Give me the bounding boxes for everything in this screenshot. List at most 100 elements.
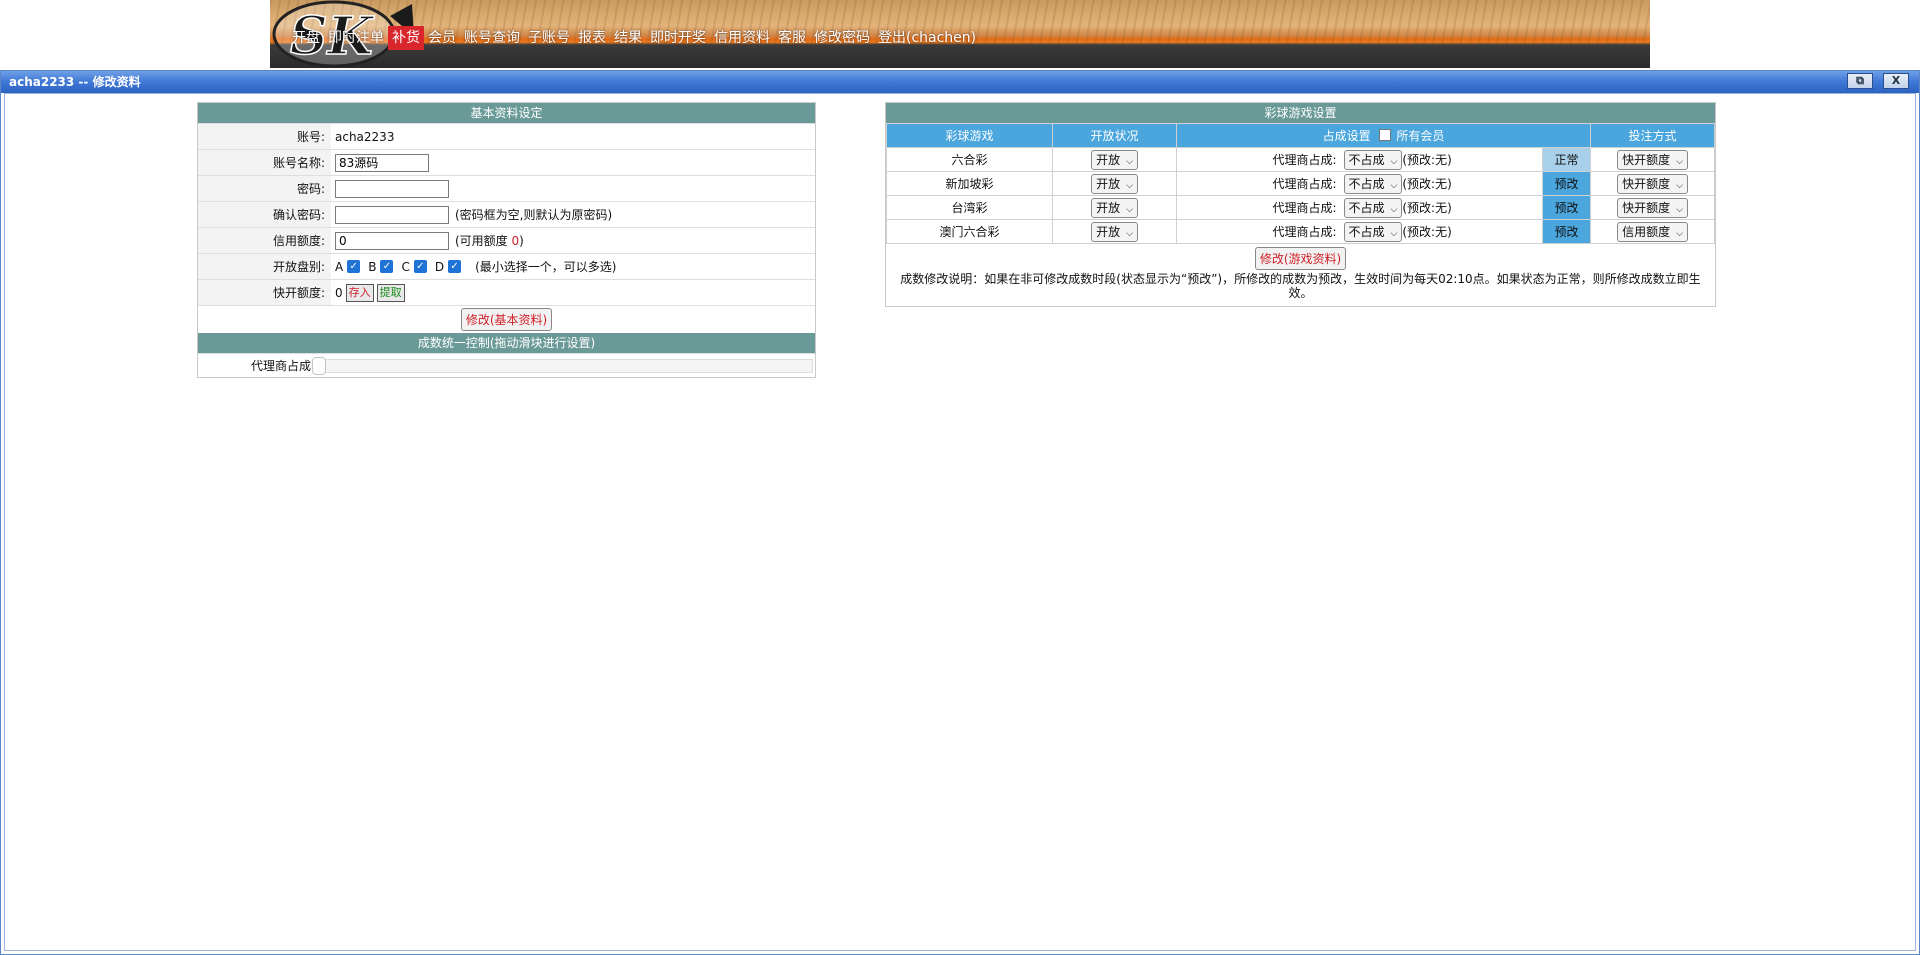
share-select-cell: 不占成 ⌵ (预改:无) — [1342, 171, 1543, 196]
preset-text: (预改:无) — [1402, 152, 1452, 167]
chevron-down-icon: ⌵ — [1676, 228, 1683, 239]
game-row: 台湾彩 开放 ⌵ 代理商占成: 不占成 ⌵ (预改:无) 预改 快开额度 ⌵ — [886, 195, 1715, 220]
bet-select-cell: 快开额度 ⌵ — [1590, 195, 1715, 220]
bet-method-select[interactable]: 快开额度 ⌵ — [1617, 149, 1688, 170]
col-status: 开放状况 — [1052, 123, 1177, 148]
game-row: 澳门六合彩 开放 ⌵ 代理商占成: 不占成 ⌵ (预改:无) 预改 信用额度 ⌵ — [886, 219, 1715, 244]
deposit-button[interactable]: 存入 — [345, 283, 374, 302]
plate-d-checkbox[interactable]: ✓ — [448, 260, 462, 273]
share-state-badge: 正常 — [1542, 147, 1591, 172]
plates-label: 开放盘别: — [198, 254, 331, 279]
agent-share-label: 代理商占成: — [1176, 147, 1343, 172]
status-select-cell: 开放 ⌵ — [1052, 195, 1177, 220]
chevron-down-icon: ⌵ — [1390, 228, 1398, 239]
nav-members[interactable]: 会员 — [424, 26, 460, 50]
nav-change-password[interactable]: 修改密码 — [810, 26, 874, 50]
nav-account-query[interactable]: 账号查询 — [460, 26, 524, 50]
all-members-checkbox[interactable] — [1378, 129, 1391, 141]
plate-c-label: C — [401, 259, 410, 274]
nav-credit-info[interactable]: 信用资料 — [710, 26, 774, 50]
nav-replenish[interactable]: 补货 — [388, 26, 424, 50]
dialog-body: 基本资料设定 账号: acha2233 账号名称: 密码: 确认密码: (密码框… — [4, 93, 1916, 951]
share-select[interactable]: 不占成 ⌵ — [1343, 173, 1403, 194]
chevron-down-icon: ⌵ — [1676, 204, 1683, 215]
bet-method-select[interactable]: 快开额度 ⌵ — [1617, 197, 1688, 218]
nav-logout[interactable]: 登出(chachen) — [874, 26, 980, 50]
bet-select-cell: 快开额度 ⌵ — [1590, 147, 1715, 172]
share-select-cell: 不占成 ⌵ (预改:无) — [1342, 219, 1543, 244]
status-select-cell: 开放 ⌵ — [1052, 171, 1177, 196]
status-select-cell: 开放 ⌵ — [1052, 147, 1177, 172]
plate-c-checkbox[interactable]: ✓ — [413, 260, 427, 273]
preset-text: (预改:无) — [1402, 176, 1452, 191]
name-label: 账号名称: — [198, 150, 331, 175]
credit-row: 信用额度: (可用额度 0) — [198, 227, 815, 253]
chevron-down-icon: ⌵ — [1126, 180, 1133, 191]
share-slider-handle[interactable] — [312, 356, 326, 375]
col-bet-method: 投注方式 — [1590, 123, 1715, 148]
withdraw-button[interactable]: 提取 — [376, 283, 405, 302]
preset-text: (预改:无) — [1402, 224, 1452, 239]
account-row: 账号: acha2233 — [198, 123, 815, 149]
nav-reports[interactable]: 报表 — [574, 26, 610, 50]
dialog-titlebar[interactable]: acha2233 -- 修改资料 ⧉ X — [1, 71, 1919, 93]
quick-credit-value: 0 — [335, 285, 343, 300]
password-hint: (密码框为空,则默认为原密码) — [455, 208, 613, 222]
share-change-note: 成数修改说明：如果在非可修改成数时段(状态显示为“预改”)，所修改的成数为预改，… — [900, 272, 1701, 300]
share-select-cell: 不占成 ⌵ (预改:无) — [1342, 195, 1543, 220]
status-select[interactable]: 开放 ⌵ — [1091, 149, 1138, 170]
save-basic-button[interactable]: 修改(基本资料) — [460, 308, 553, 331]
nav-sub-accounts[interactable]: 子账号 — [524, 26, 574, 50]
chevron-down-icon: ⌵ — [1390, 204, 1398, 215]
credit-input[interactable] — [335, 231, 449, 250]
chevron-down-icon: ⌵ — [1676, 156, 1683, 167]
plate-d-label: D — [434, 259, 445, 274]
chevron-down-icon: ⌵ — [1390, 180, 1398, 191]
nav-support[interactable]: 客服 — [774, 26, 810, 50]
nav-open-plate[interactable]: 开盘 — [288, 26, 324, 50]
plates-row: 开放盘别: A ✓ B ✓ C ✓ D ✓ (最小选择一个，可以多选) — [198, 253, 815, 279]
share-slider-track[interactable] — [312, 356, 813, 375]
bet-method-select[interactable]: 信用额度 ⌵ — [1617, 221, 1688, 242]
restore-icon[interactable]: ⧉ — [1847, 73, 1873, 89]
plate-b-label: B — [368, 259, 377, 274]
game-settings-panel: 彩球游戏设置 彩球游戏 开放状况 占成设置 所有会员 投注方式 六合彩 开放 ⌵… — [885, 102, 1716, 307]
status-select[interactable]: 开放 ⌵ — [1091, 221, 1138, 242]
save-games-button[interactable]: 修改(游戏资料) — [1254, 247, 1347, 270]
share-select-cell: 不占成 ⌵ (预改:无) — [1342, 147, 1543, 172]
password-input[interactable] — [335, 179, 449, 198]
share-select[interactable]: 不占成 ⌵ — [1343, 221, 1403, 242]
game-settings-header: 彩球游戏设置 — [886, 103, 1715, 123]
col-game: 彩球游戏 — [886, 123, 1053, 148]
chevron-down-icon: ⌵ — [1390, 156, 1398, 167]
close-icon[interactable]: X — [1883, 73, 1909, 89]
plate-a-label: A — [335, 259, 344, 274]
plate-a-checkbox[interactable]: ✓ — [347, 260, 361, 273]
agent-share-label: 代理商占成: — [1176, 171, 1343, 196]
status-select[interactable]: 开放 ⌵ — [1091, 197, 1138, 218]
share-state-badge: 预改 — [1542, 195, 1591, 220]
preset-text: (预改:无) — [1402, 200, 1452, 215]
status-select-cell: 开放 ⌵ — [1052, 219, 1177, 244]
nav-live-draw[interactable]: 即时开奖 — [646, 26, 710, 50]
confirm-password-input[interactable] — [335, 205, 449, 224]
plate-b-checkbox[interactable]: ✓ — [380, 260, 394, 273]
bet-method-select[interactable]: 快开额度 ⌵ — [1617, 173, 1688, 194]
nav-results[interactable]: 结果 — [610, 26, 646, 50]
main-nav: 开盘 即时注单 补货 会员 账号查询 子账号 报表 结果 即时开奖 信用资料 客… — [288, 26, 980, 50]
basic-submit-row: 修改(基本资料) — [198, 305, 815, 333]
game-submit-wrap: 修改(游戏资料) — [886, 244, 1715, 270]
nav-live-bets[interactable]: 即时注单 — [324, 26, 388, 50]
account-name-input[interactable] — [335, 153, 429, 172]
share-control-row: 代理商占成 — [198, 353, 815, 377]
available-credit-value: 0 — [511, 234, 520, 248]
basic-settings-panel: 基本资料设定 账号: acha2233 账号名称: 密码: 确认密码: (密码框… — [197, 102, 816, 378]
chevron-down-icon: ⌵ — [1126, 156, 1133, 167]
bet-select-cell: 信用额度 ⌵ — [1590, 219, 1715, 244]
share-select[interactable]: 不占成 ⌵ — [1343, 197, 1403, 218]
top-banner: SK 开盘 即时注单 补货 会员 账号查询 子账号 报表 结果 即时开奖 信用资… — [270, 0, 1650, 68]
dialog-title: acha2233 -- 修改资料 — [9, 75, 141, 89]
game-settings-table: 彩球游戏 开放状况 占成设置 所有会员 投注方式 六合彩 开放 ⌵ 代理商占成: … — [886, 123, 1715, 244]
share-select[interactable]: 不占成 ⌵ — [1343, 149, 1403, 170]
status-select[interactable]: 开放 ⌵ — [1091, 173, 1138, 194]
